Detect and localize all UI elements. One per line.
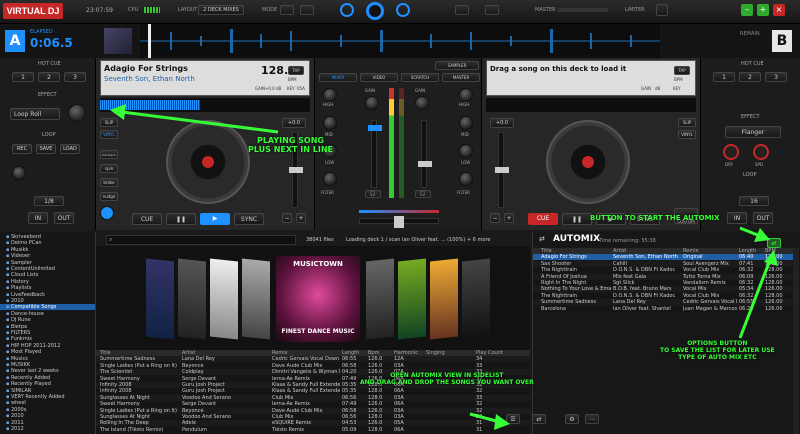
annotation-options: OPTIONS BUTTON TO SAVE THE LIST FOR LATE…	[660, 340, 775, 361]
annotation-start-automix: BUTTON TO START THE AUTOMIX	[590, 214, 720, 222]
annotation-open-automix: OPEN AUTOMIX VIEW IN SIDELIST AND DRAG A…	[360, 372, 534, 386]
